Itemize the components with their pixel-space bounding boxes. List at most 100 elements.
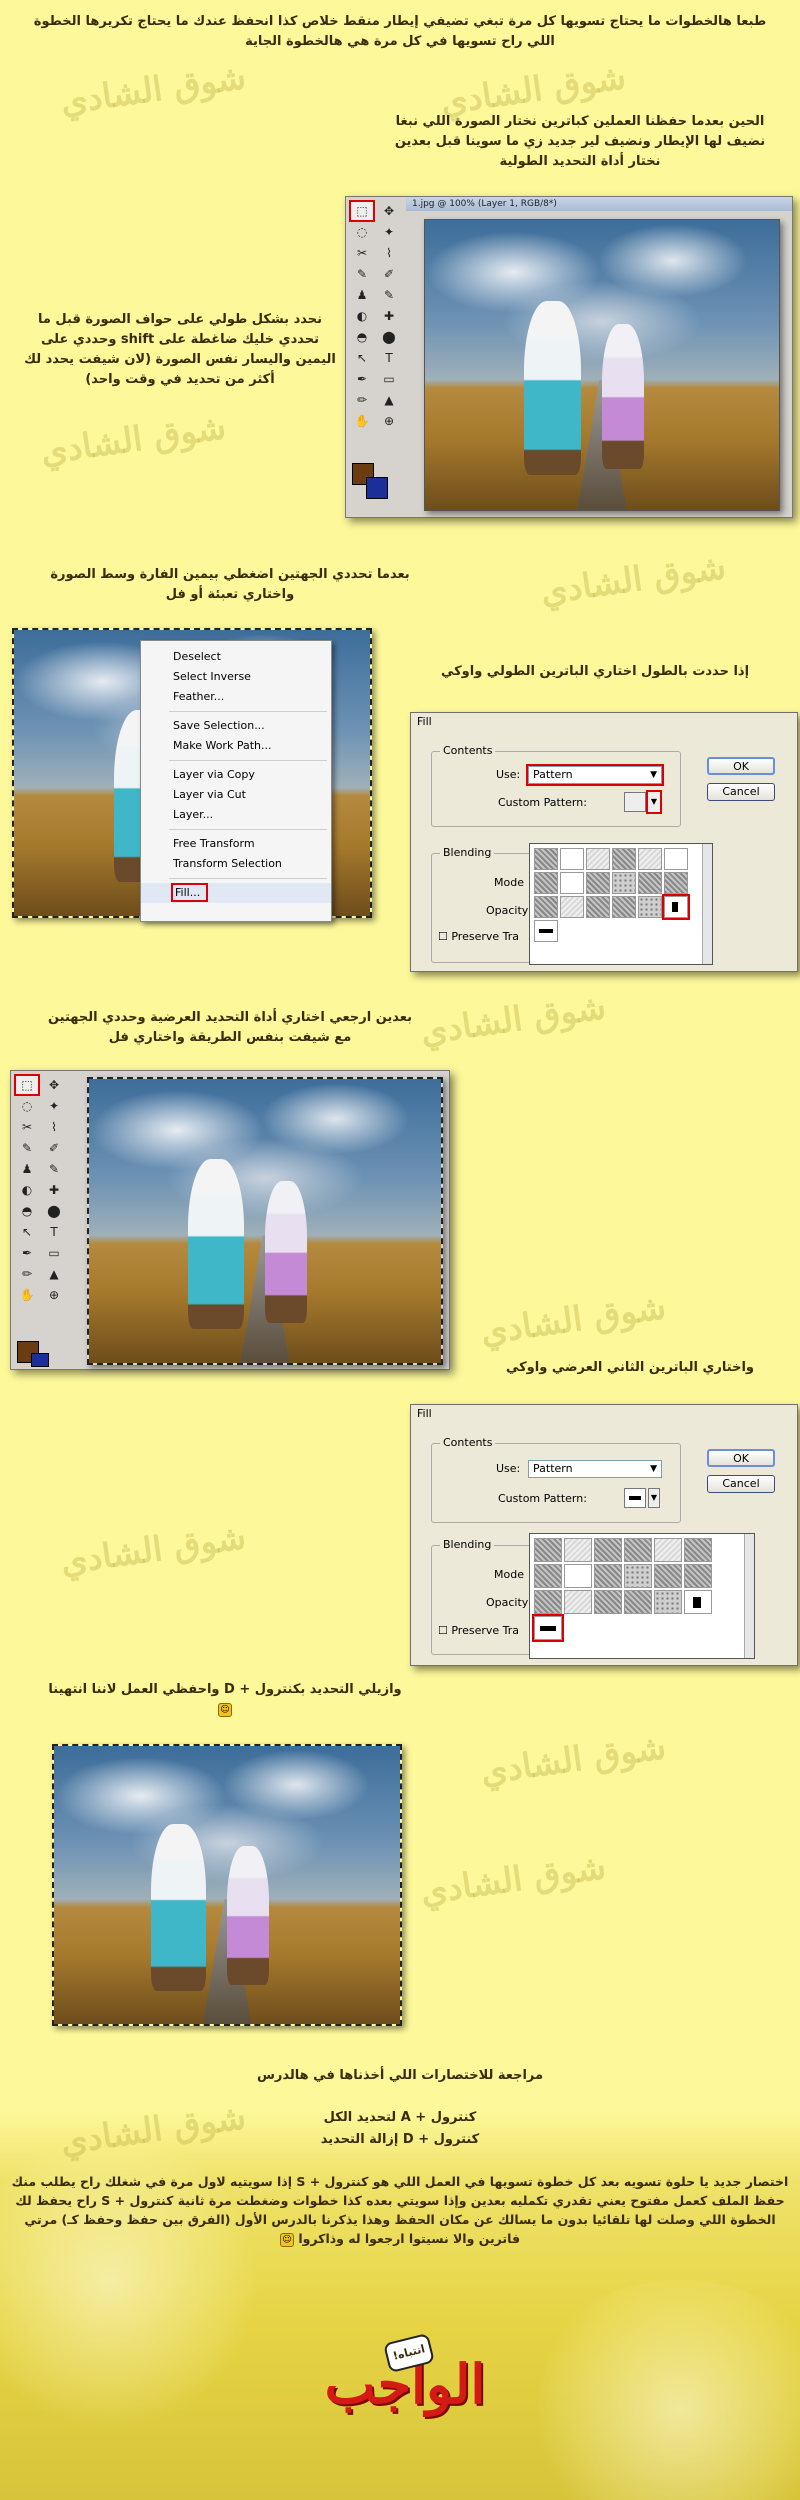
- pattern-option[interactable]: [594, 1564, 622, 1588]
- pattern-option[interactable]: [654, 1564, 682, 1588]
- hand-tool-icon[interactable]: ✋: [16, 1286, 38, 1304]
- pen-tool-icon[interactable]: ✒: [16, 1244, 38, 1262]
- pattern-option[interactable]: [586, 896, 610, 918]
- pattern-option[interactable]: [560, 872, 584, 894]
- crop-tool-icon[interactable]: ✂: [16, 1118, 38, 1136]
- pattern-swatch[interactable]: [624, 792, 646, 812]
- pattern-dropdown-arrow-icon[interactable]: ▼: [648, 1488, 660, 1508]
- pattern-option[interactable]: [664, 848, 688, 870]
- preserve-transparency-checkbox[interactable]: ☐ Preserve Tra: [438, 1624, 519, 1637]
- pattern-option[interactable]: [654, 1538, 682, 1562]
- zoom-tool-icon[interactable]: ⊕: [43, 1286, 65, 1304]
- pattern-option[interactable]: [564, 1564, 592, 1588]
- marquee-tool-icon[interactable]: ⬚: [14, 1074, 40, 1096]
- move-tool-icon[interactable]: ✥: [43, 1076, 65, 1094]
- notes-tool-icon[interactable]: ✏: [16, 1265, 38, 1283]
- blur-tool-icon[interactable]: ◓: [16, 1202, 38, 1220]
- shape-tool-icon[interactable]: ▭: [378, 370, 400, 388]
- pattern-option[interactable]: [564, 1590, 592, 1614]
- picker-scrollbar[interactable]: [702, 844, 712, 964]
- pattern-option-vertical[interactable]: [684, 1590, 712, 1614]
- history-brush-icon[interactable]: ✎: [378, 286, 400, 304]
- path-select-icon[interactable]: ↖: [351, 349, 373, 367]
- menu-item-free-transform[interactable]: Free Transform: [141, 834, 331, 854]
- magic-wand-icon[interactable]: ✦: [378, 223, 400, 241]
- preserve-transparency-checkbox[interactable]: ☐ Preserve Tra: [438, 930, 519, 943]
- pattern-option[interactable]: [654, 1590, 682, 1614]
- menu-item-make-work-path[interactable]: Make Work Path...: [141, 736, 331, 756]
- dodge-tool-icon[interactable]: ⬤: [378, 328, 400, 346]
- pattern-option[interactable]: [560, 896, 584, 918]
- path-select-icon[interactable]: ↖: [16, 1223, 38, 1241]
- pattern-option[interactable]: [612, 848, 636, 870]
- eyedropper-icon[interactable]: ▲: [378, 391, 400, 409]
- gradient-tool-icon[interactable]: ✚: [43, 1181, 65, 1199]
- stamp-tool-icon[interactable]: ♟: [16, 1160, 38, 1178]
- pattern-option[interactable]: [586, 848, 610, 870]
- healing-tool-icon[interactable]: ✎: [16, 1139, 38, 1157]
- pattern-option[interactable]: [624, 1564, 652, 1588]
- pattern-option[interactable]: [534, 1590, 562, 1614]
- cancel-button[interactable]: Cancel: [707, 1475, 775, 1493]
- lasso-tool-icon[interactable]: ◌: [16, 1097, 38, 1115]
- pattern-option[interactable]: [684, 1538, 712, 1562]
- use-select[interactable]: Pattern ▼: [526, 764, 664, 786]
- lasso-tool-icon[interactable]: ◌: [351, 223, 373, 241]
- stamp-tool-icon[interactable]: ♟: [351, 286, 373, 304]
- pattern-option[interactable]: [534, 896, 558, 918]
- type-tool-icon[interactable]: T: [43, 1223, 65, 1241]
- pattern-option[interactable]: [638, 848, 662, 870]
- pattern-option[interactable]: [624, 1590, 652, 1614]
- use-select[interactable]: Pattern ▼: [528, 1460, 662, 1478]
- brush-tool-icon[interactable]: ✐: [378, 265, 400, 283]
- pattern-option-horizontal[interactable]: [534, 920, 558, 942]
- eraser-tool-icon[interactable]: ◐: [351, 307, 373, 325]
- pattern-option[interactable]: [560, 848, 584, 870]
- menu-item-fill[interactable]: Fill...: [141, 883, 331, 903]
- pattern-option[interactable]: [664, 872, 688, 894]
- type-tool-icon[interactable]: T: [378, 349, 400, 367]
- magic-wand-icon[interactable]: ✦: [43, 1097, 65, 1115]
- pattern-option[interactable]: [624, 1538, 652, 1562]
- menu-item-transform-selection[interactable]: Transform Selection: [141, 854, 331, 874]
- menu-item-layer[interactable]: Layer...: [141, 805, 331, 825]
- eyedropper-icon[interactable]: ▲: [43, 1265, 65, 1283]
- crop-tool-icon[interactable]: ✂: [351, 244, 373, 262]
- blur-tool-icon[interactable]: ◓: [351, 328, 373, 346]
- ok-button[interactable]: OK: [707, 757, 775, 775]
- menu-item-deselect[interactable]: Deselect: [141, 647, 331, 667]
- background-color-swatch[interactable]: [31, 1353, 49, 1367]
- healing-tool-icon[interactable]: ✎: [351, 265, 373, 283]
- menu-item-layer-via-cut[interactable]: Layer via Cut: [141, 785, 331, 805]
- marquee-tool-icon[interactable]: ⬚: [349, 200, 375, 222]
- brush-tool-icon[interactable]: ✐: [43, 1139, 65, 1157]
- pen-tool-icon[interactable]: ✒: [351, 370, 373, 388]
- slice-tool-icon[interactable]: ⌇: [43, 1118, 65, 1136]
- eraser-tool-icon[interactable]: ◐: [16, 1181, 38, 1199]
- pattern-option[interactable]: [564, 1538, 592, 1562]
- pattern-option[interactable]: [612, 896, 636, 918]
- pattern-option[interactable]: [638, 896, 662, 918]
- move-tool-icon[interactable]: ✥: [378, 202, 400, 220]
- zoom-tool-icon[interactable]: ⊕: [378, 412, 400, 430]
- pattern-option[interactable]: [612, 872, 636, 894]
- pattern-option-vertical[interactable]: [662, 894, 690, 920]
- menu-item-select-inverse[interactable]: Select Inverse: [141, 667, 331, 687]
- pattern-option[interactable]: [534, 872, 558, 894]
- pattern-option[interactable]: [684, 1564, 712, 1588]
- background-color-swatch[interactable]: [366, 477, 388, 499]
- menu-item-feather[interactable]: Feather...: [141, 687, 331, 707]
- pattern-swatch[interactable]: [624, 1488, 646, 1508]
- pattern-option[interactable]: [534, 848, 558, 870]
- history-brush-icon[interactable]: ✎: [43, 1160, 65, 1178]
- dodge-tool-icon[interactable]: ⬤: [43, 1202, 65, 1220]
- notes-tool-icon[interactable]: ✏: [351, 391, 373, 409]
- hand-tool-icon[interactable]: ✋: [351, 412, 373, 430]
- picker-scrollbar[interactable]: [744, 1534, 754, 1658]
- pattern-option[interactable]: [586, 872, 610, 894]
- pattern-option[interactable]: [534, 1538, 562, 1562]
- cancel-button[interactable]: Cancel: [707, 783, 775, 801]
- ok-button[interactable]: OK: [707, 1449, 775, 1467]
- pattern-option[interactable]: [534, 1564, 562, 1588]
- menu-item-save-selection[interactable]: Save Selection...: [141, 716, 331, 736]
